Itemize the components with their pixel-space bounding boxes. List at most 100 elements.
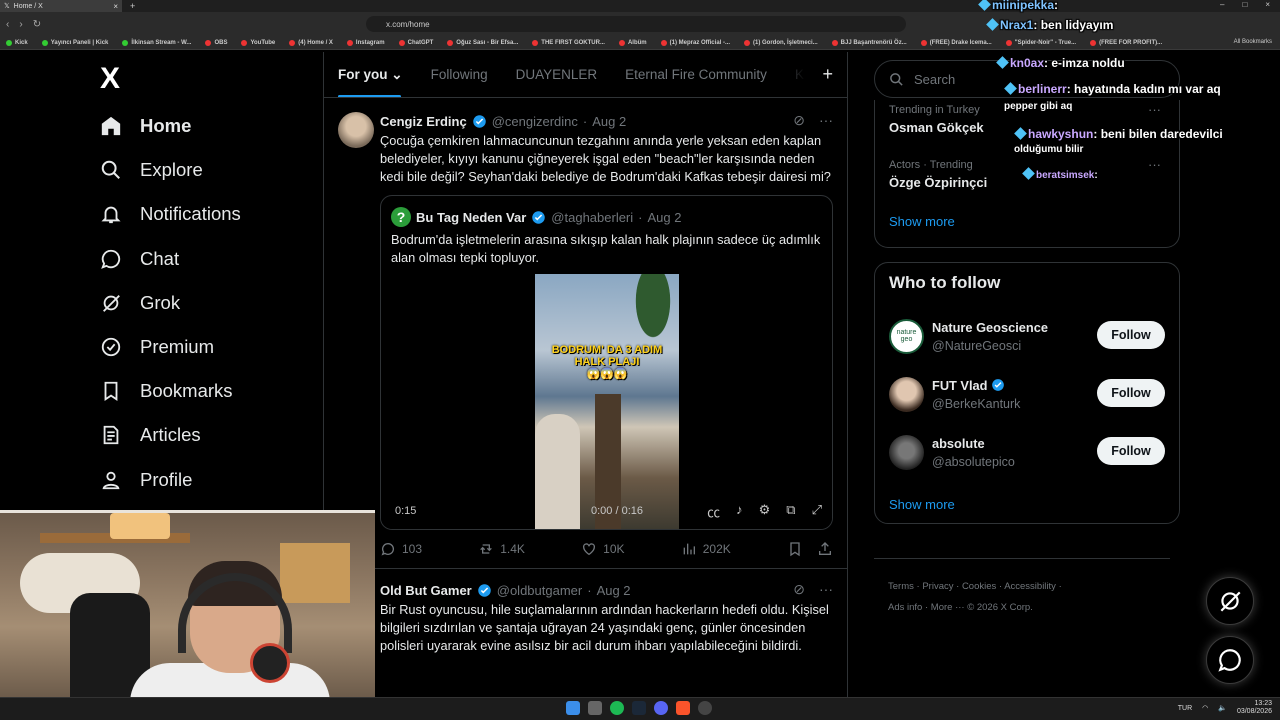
avatar[interactable]	[338, 112, 374, 148]
sidebar-item-premium[interactable]: Premium	[98, 325, 318, 369]
sidebar-item-home[interactable]: Home	[98, 104, 318, 148]
sidebar-item-explore[interactable]: Explore	[98, 148, 318, 192]
captions-icon[interactable]: ㏄	[707, 502, 720, 521]
brave-icon[interactable]	[676, 701, 690, 715]
sidebar-item-bookmarks[interactable]: Bookmarks	[98, 369, 318, 413]
system-tray: TUR ◠ 🔈 13:23 03/08/2026	[1178, 700, 1272, 716]
chat-message: hawkyshun: beni bilen daredevilci	[1014, 127, 1223, 141]
footer-link-cookies[interactable]: Cookies	[962, 581, 996, 592]
bookmark-item[interactable]: THE FIRST GOKTUR...	[532, 39, 605, 46]
fullscreen-icon[interactable]: ⤢	[812, 502, 822, 521]
steam-icon[interactable]	[632, 701, 646, 715]
video-player[interactable]: BODRUM' DA 3 ADIM HALK PLAJI 😱😱😱 0:15 0:…	[381, 274, 832, 530]
diamond-badge-icon	[1004, 82, 1017, 95]
sidebar-item-articles[interactable]: Articles	[98, 413, 318, 457]
chat-fab-button[interactable]	[1206, 636, 1254, 684]
bookmark-item[interactable]: ChatGPT	[398, 39, 433, 46]
tab-following[interactable]: Following	[431, 67, 488, 82]
add-tab-icon[interactable]: +	[822, 64, 833, 85]
sidebar-item-label: Chat	[140, 247, 180, 269]
sidebar-item-grok[interactable]: Grok	[98, 281, 318, 325]
footer-link-privacy[interactable]: Privacy	[922, 581, 953, 592]
file-explorer-icon[interactable]	[588, 701, 602, 715]
wifi-icon[interactable]: ◠	[1202, 704, 1208, 712]
author-handle[interactable]: @cengizerdinc	[492, 114, 578, 129]
bookmark-item[interactable]: BJJ Başantrenörü Öz...	[831, 39, 907, 46]
back-icon[interactable]: ‹	[6, 19, 9, 30]
avatar[interactable]	[889, 434, 924, 470]
discord-icon[interactable]	[654, 701, 668, 715]
views-button[interactable]: 202K	[681, 541, 731, 557]
new-tab-icon[interactable]: +	[130, 1, 135, 11]
obs-icon[interactable]	[698, 701, 712, 715]
more-icon[interactable]: ···	[819, 112, 833, 129]
follow-button[interactable]: Follow	[1097, 437, 1165, 465]
footer-link-more[interactable]: More ···	[931, 602, 965, 613]
bookmark-icon[interactable]	[787, 541, 803, 557]
share-icon[interactable]	[817, 541, 833, 557]
follow-button[interactable]: Follow	[1097, 321, 1165, 349]
x-logo-icon: 𝕏	[4, 3, 10, 10]
post[interactable]: Cengiz Erdinç @cengizerdinc · Aug 2 ⊘ ··…	[324, 112, 847, 568]
post[interactable]: Old But Gamer @oldbutgamer · Aug 2 ⊘ ···…	[324, 581, 847, 654]
follow-suggestion[interactable]: FUT Vlad @BerkeKanturk Follow	[889, 365, 1165, 423]
bookmark-item[interactable]: Kick	[6, 39, 28, 46]
repost-button[interactable]: 1.4K	[478, 541, 525, 557]
reply-button[interactable]: 103	[380, 541, 422, 557]
url-field[interactable]: x.com/home	[366, 16, 906, 32]
follow-suggestion[interactable]: absolute @absolutepico Follow	[889, 423, 1165, 481]
spotify-icon[interactable]	[610, 701, 624, 715]
footer-link-accessibility[interactable]: Accessibility	[1004, 581, 1056, 592]
video-controls: 0:15 0:00 / 0:16 ㏄ ♪ ⚙ ⧉ ⤢	[381, 493, 832, 529]
avatar[interactable]	[889, 376, 924, 412]
close-tab-icon[interactable]: ×	[113, 2, 118, 11]
like-button[interactable]: 10K	[581, 541, 625, 557]
bookmark-item[interactable]: (1) Gordon, İşletmeci...	[743, 39, 818, 46]
follow-suggestion[interactable]: nature geo Nature Geoscience @NatureGeos…	[889, 307, 1165, 365]
browser-tab[interactable]: 𝕏 Home / X ×	[0, 0, 122, 12]
bookmark-item[interactable]: Instagram	[346, 39, 385, 46]
footer-link-ads[interactable]: Ads info	[888, 602, 922, 613]
author-handle[interactable]: @oldbutgamer	[497, 583, 582, 598]
trends-show-more-link[interactable]: Show more	[889, 214, 1165, 229]
sidebar-item-notifications[interactable]: Notifications	[98, 192, 318, 236]
avatar[interactable]: nature geo	[889, 318, 924, 354]
post-text: Çocuğa çemkiren lahmacuncunun tezgahını …	[380, 133, 831, 184]
post-date[interactable]: Aug 2	[592, 114, 626, 129]
author-name[interactable]: Old But Gamer	[380, 583, 472, 598]
author-name[interactable]: Cengiz Erdinç	[380, 114, 467, 129]
grok-fab-button[interactable]	[1206, 577, 1254, 625]
reload-icon[interactable]: ↻	[33, 19, 41, 30]
webcam-overlay	[0, 510, 375, 720]
mute-icon[interactable]: ♪	[736, 502, 743, 521]
bookmark-item[interactable]: İlkinsan Stream - W...	[122, 39, 191, 46]
volume-icon[interactable]: 🔈	[1218, 704, 1227, 712]
more-icon[interactable]: ···	[819, 581, 833, 598]
forward-icon[interactable]: ›	[19, 19, 22, 30]
settings-icon[interactable]: ⚙	[759, 502, 771, 521]
bookmark-item[interactable]: Albüm	[618, 39, 647, 46]
grok-icon[interactable]: ⊘	[793, 581, 805, 598]
post-date[interactable]: Aug 2	[597, 583, 631, 598]
bookmark-item[interactable]: (4) Home / X	[289, 39, 333, 46]
follow-show-more-link[interactable]: Show more	[889, 497, 1165, 512]
follow-button[interactable]: Follow	[1097, 379, 1165, 407]
bookmark-item[interactable]: OBS	[205, 39, 227, 46]
bookmark-item[interactable]: Oğuz Sası - Bir Efsa...	[447, 39, 518, 46]
sidebar-item-chat[interactable]: Chat	[98, 237, 318, 281]
tab-eternal-fire[interactable]: Eternal Fire Community	[625, 67, 767, 82]
quoted-post[interactable]: ? Bu Tag Neden Var @taghaberleri · Aug 2…	[380, 195, 833, 531]
footer-link-terms[interactable]: Terms	[888, 581, 914, 592]
tab-duayenler[interactable]: DUAYENLER	[516, 67, 598, 82]
clock[interactable]: 13:23 03/08/2026	[1237, 700, 1272, 716]
sidebar-item-profile[interactable]: Profile	[98, 458, 318, 502]
language-indicator[interactable]: TUR	[1178, 705, 1192, 712]
x-logo[interactable]: X	[100, 62, 120, 96]
bookmark-item[interactable]: Yayıncı Paneli | Kick	[41, 39, 108, 46]
pip-icon[interactable]: ⧉	[786, 502, 795, 521]
tab-for-you[interactable]: For you ⌄	[338, 67, 403, 97]
windows-start-icon[interactable]	[566, 701, 580, 715]
bookmark-item[interactable]: (1) Mepraz Official -...	[660, 39, 730, 46]
grok-icon[interactable]: ⊘	[793, 112, 805, 129]
bookmark-item[interactable]: YouTube	[241, 39, 275, 46]
